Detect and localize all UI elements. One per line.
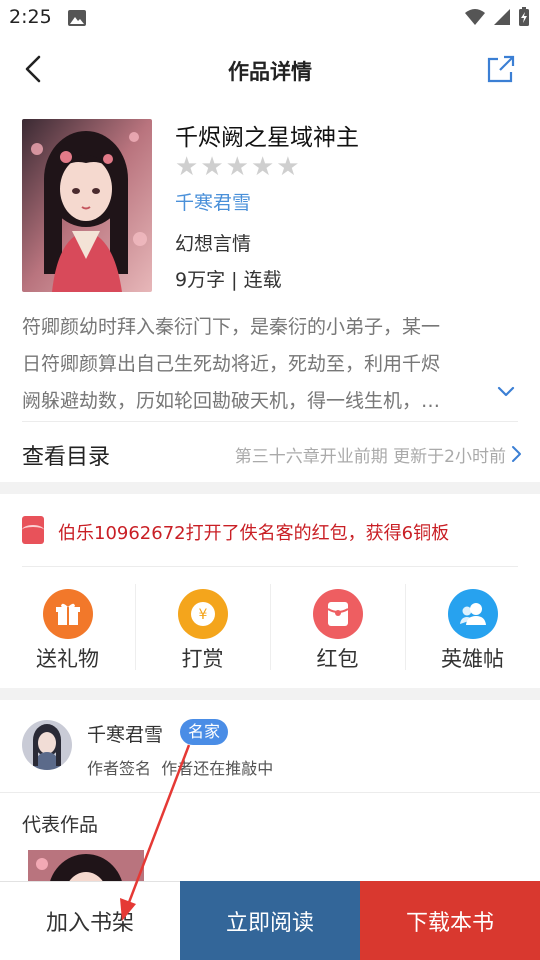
star-icon: ★ xyxy=(250,152,275,182)
red-packet-notice[interactable]: 伯乐10962672打开了佚名客的红包，获得6铜板 xyxy=(0,494,540,566)
catalog-row[interactable]: 查看目录 第三十六章开业前期 更新于2小时前 xyxy=(0,424,540,482)
red-packet-button[interactable]: 红包 xyxy=(270,580,405,680)
section-separator xyxy=(0,688,540,700)
representative-works-label: 代表作品 xyxy=(22,814,99,836)
expand-synopsis-icon[interactable] xyxy=(497,385,515,399)
add-to-shelf-button[interactable]: 加入书架 xyxy=(0,881,180,960)
synopsis-line: 符卿颜幼时拜入秦衍门下，是秦衍的小弟子，某一 xyxy=(22,316,441,338)
status-time: 2:25 xyxy=(9,6,52,28)
cell-signal-icon xyxy=(494,9,510,25)
app-header: 作品详情 xyxy=(0,36,540,102)
synopsis-line: 阙躲避劫数，历如轮回勘破天机，得一线生机，… xyxy=(22,390,441,412)
divider xyxy=(22,421,518,422)
book-cover-image[interactable] xyxy=(22,119,152,292)
hero-post-button[interactable]: 英雄帖 xyxy=(405,580,540,680)
latest-chapter-info: 第三十六章开业前期 更新于2小时前 xyxy=(234,447,506,467)
author-signature: 作者签名 作者还在推敲中 xyxy=(87,755,273,779)
action-label: 打赏 xyxy=(181,647,224,671)
download-book-button[interactable]: 下载本书 xyxy=(360,881,540,960)
red-packet-icon xyxy=(312,589,363,639)
action-row: 送礼物 ¥ 打赏 红包 英雄帖 xyxy=(0,580,540,680)
book-genre: 幻想言情 xyxy=(175,233,252,255)
book-synopsis[interactable]: 符卿颜幼时拜入秦衍门下，是秦衍的小弟子，某一 日符卿颜算出自己生死劫将近，死劫至… xyxy=(22,309,518,420)
wifi-icon xyxy=(465,9,485,25)
svg-text:¥: ¥ xyxy=(198,607,207,623)
catalog-label: 查看目录 xyxy=(22,445,111,470)
page-title: 作品详情 xyxy=(228,60,312,84)
read-now-button[interactable]: 立即阅读 xyxy=(180,881,360,960)
notice-text: 伯乐10962672打开了佚名客的红包，获得6铜板 xyxy=(58,523,450,544)
share-button[interactable] xyxy=(484,52,518,86)
red-packet-icon xyxy=(22,516,44,544)
gift-icon xyxy=(42,589,93,639)
divider xyxy=(22,566,518,567)
star-icon: ★ xyxy=(200,152,224,182)
action-label: 英雄帖 xyxy=(441,647,504,671)
star-rating: ★ ★ ★ ★ ★ xyxy=(175,153,300,181)
author-name: 千寒君雪 xyxy=(87,724,164,746)
divider xyxy=(0,792,540,793)
signature-label: 作者签名 xyxy=(87,759,152,778)
bottom-action-bar: 加入书架 立即阅读 下载本书 xyxy=(0,881,540,960)
chevron-right-icon xyxy=(512,446,521,462)
action-label: 红包 xyxy=(316,647,359,671)
star-icon: ★ xyxy=(276,152,300,182)
signature-text: 作者还在推敲中 xyxy=(161,759,274,778)
author-link[interactable]: 千寒君雪 xyxy=(175,188,251,215)
author-card[interactable]: 千寒君雪 名家 作者签名 作者还在推敲中 xyxy=(0,700,540,792)
synopsis-line: 日符卿颜算出自己生死劫将近，死劫至，利用千烬 xyxy=(22,353,441,375)
users-icon xyxy=(447,589,498,639)
author-level-badge: 名家 xyxy=(180,719,229,745)
status-bar: 2:25 xyxy=(0,0,540,36)
star-icon: ★ xyxy=(175,152,199,182)
star-icon: ★ xyxy=(225,152,249,182)
action-label: 送礼物 xyxy=(36,647,99,671)
battery-icon xyxy=(519,7,529,26)
status-indicators xyxy=(464,7,530,27)
section-separator xyxy=(0,482,540,494)
image-notification-icon xyxy=(68,10,86,26)
share-icon xyxy=(487,55,515,83)
send-gift-button[interactable]: 送礼物 xyxy=(0,580,135,680)
book-word-count-status: 9万字 | 连载 xyxy=(175,269,282,291)
book-title: 千烬阙之星域神主 xyxy=(175,125,359,151)
author-avatar[interactable] xyxy=(22,720,72,770)
tip-button[interactable]: ¥ 打赏 xyxy=(135,580,270,680)
yuan-coin-icon: ¥ xyxy=(177,589,228,639)
